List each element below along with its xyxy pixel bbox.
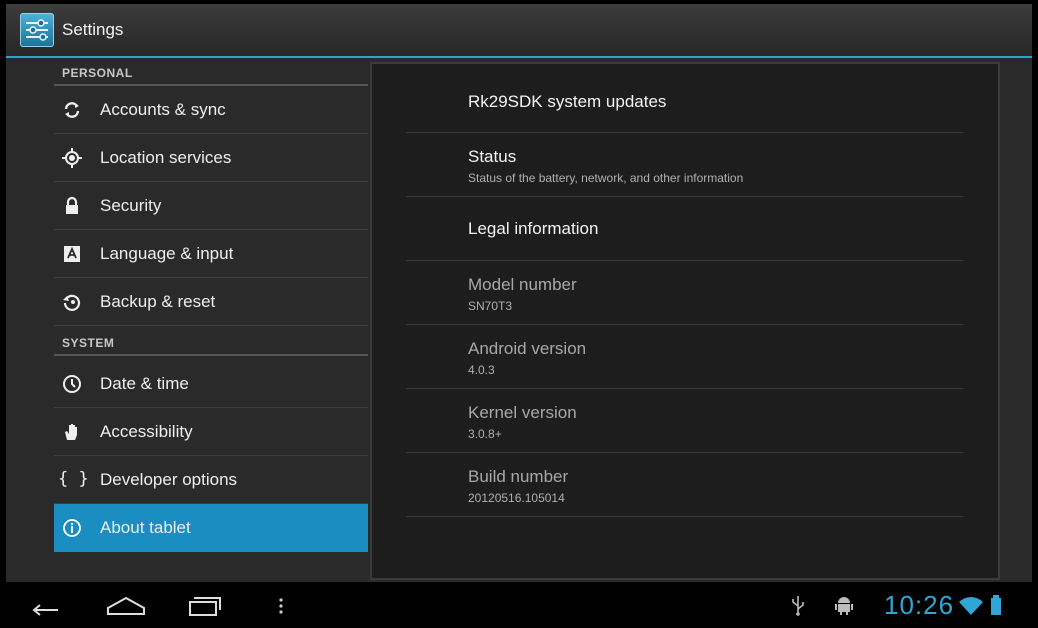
app-title: Settings xyxy=(62,20,124,39)
sidebar-item-security[interactable]: Security xyxy=(54,182,368,230)
settings-list[interactable]: PERSONAL Accounts & sync Location servic… xyxy=(6,60,370,586)
sidebar-item-location-services[interactable]: Location services xyxy=(54,134,368,182)
pref-system-updates[interactable]: Rk29SDK system updates xyxy=(406,64,963,133)
sidebar-item-backup-reset[interactable]: Backup & reset xyxy=(54,278,368,326)
sync-icon xyxy=(64,102,80,118)
menu-button[interactable] xyxy=(276,590,286,620)
sidebar-item-label: Backup & reset xyxy=(100,292,216,311)
pref-title: Android version xyxy=(468,339,587,358)
pref-title: Legal information xyxy=(468,219,599,238)
hand-icon xyxy=(65,424,77,440)
braces-icon: { } xyxy=(58,469,89,489)
sidebar-item-accessibility[interactable]: Accessibility xyxy=(54,408,368,456)
back-button[interactable] xyxy=(28,590,64,620)
pref-summary: 3.0.8+ xyxy=(468,427,502,441)
pref-model-number: Model number SN70T3 xyxy=(406,261,963,325)
sidebar-item-label: Security xyxy=(100,196,162,215)
recent-apps-button[interactable] xyxy=(184,590,224,620)
about-tablet-panel: Rk29SDK system updates Status Status of … xyxy=(370,62,1000,580)
pref-title: Build number xyxy=(468,467,569,486)
battery-icon xyxy=(991,595,1001,615)
sidebar-item-language-input[interactable]: Language & input xyxy=(54,230,368,278)
pref-android-version[interactable]: Android version 4.0.3 xyxy=(406,325,963,389)
sidebar-item-label: Developer options xyxy=(100,470,238,489)
action-bar-divider xyxy=(6,56,1032,58)
pref-summary: 20120516.105014 xyxy=(468,491,565,505)
info-icon xyxy=(63,519,81,537)
pref-title: Model number xyxy=(468,275,577,294)
sidebar-item-label: Date & time xyxy=(100,374,189,393)
sidebar-item-label: Accounts & sync xyxy=(100,100,226,119)
usb-icon xyxy=(792,596,804,616)
section-header-system: SYSTEM xyxy=(54,330,368,356)
backup-icon xyxy=(63,294,81,311)
system-bar: 10:26 xyxy=(0,582,1038,628)
location-icon xyxy=(62,148,82,168)
action-bar: Settings xyxy=(6,4,1032,58)
sidebar-item-about-tablet[interactable]: About tablet xyxy=(54,504,368,552)
home-button[interactable] xyxy=(104,590,148,620)
settings-icon[interactable] xyxy=(20,13,54,47)
wifi-icon xyxy=(959,597,983,615)
sidebar-item-label: About tablet xyxy=(100,518,191,537)
status-clock: 10:26 xyxy=(884,590,955,620)
pref-title: Rk29SDK system updates xyxy=(468,92,667,111)
section-header-personal: PERSONAL xyxy=(54,60,368,86)
pref-summary: 4.0.3 xyxy=(468,363,495,377)
screen: Settings PERSONAL Accounts & sync Locati… xyxy=(6,4,1032,624)
sidebar-item-label: Language & input xyxy=(100,244,234,263)
pref-status[interactable]: Status Status of the battery, network, a… xyxy=(406,133,963,197)
sidebar-item-developer-options[interactable]: { } Developer options xyxy=(54,456,368,504)
android-debug-icon xyxy=(835,597,853,615)
pref-build-number: Build number 20120516.105014 xyxy=(406,453,963,517)
pref-kernel-version: Kernel version 3.0.8+ xyxy=(406,389,963,453)
pref-legal-information[interactable]: Legal information xyxy=(406,197,963,261)
keyboard-icon xyxy=(64,246,80,262)
lock-icon xyxy=(66,196,78,214)
sidebar-item-label: Location services xyxy=(100,148,232,167)
clock-icon xyxy=(63,375,81,393)
sidebar-item-label: Accessibility xyxy=(100,422,193,441)
pref-summary: Status of the battery, network, and othe… xyxy=(468,171,744,185)
pref-summary: SN70T3 xyxy=(468,299,513,313)
sidebar-item-accounts-sync[interactable]: Accounts & sync xyxy=(54,86,368,134)
pref-title: Kernel version xyxy=(468,403,577,422)
sidebar-item-date-time[interactable]: Date & time xyxy=(54,360,368,408)
pref-title: Status xyxy=(468,147,517,166)
